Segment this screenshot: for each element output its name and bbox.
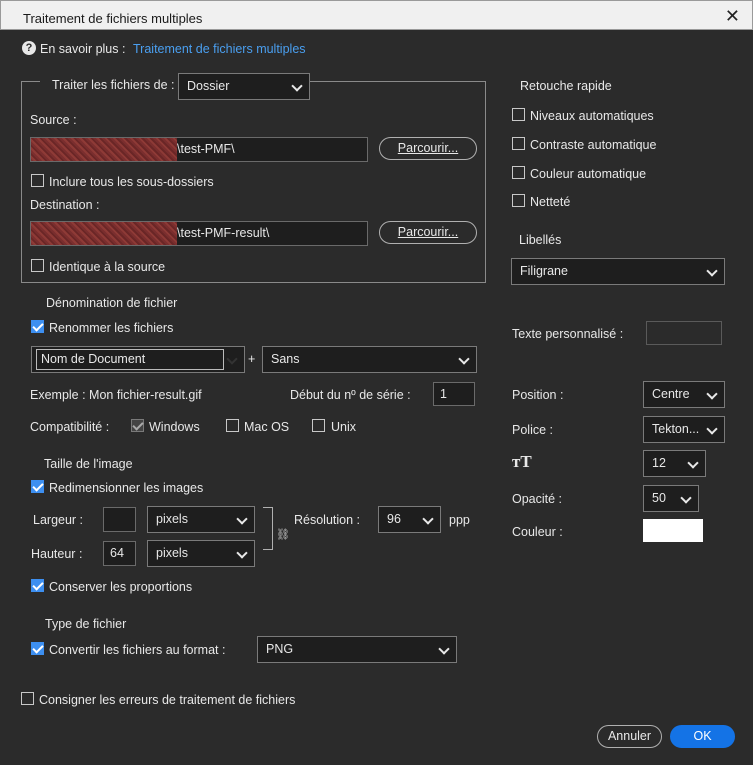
destination-browse-button[interactable]: Parcourir... — [379, 221, 477, 244]
height-label: Hauteur : — [31, 547, 83, 561]
chevron-down-icon — [680, 492, 692, 504]
format-select[interactable]: PNG — [257, 636, 457, 663]
auto-contrast-checkbox[interactable] — [512, 137, 525, 150]
chevron-down-icon — [291, 80, 303, 92]
width-unit-select[interactable]: pixels — [147, 506, 255, 533]
chevron-down-icon — [706, 265, 718, 277]
font-label: Police : — [512, 423, 553, 437]
labels-heading: Libellés — [519, 233, 562, 247]
chevron-down-icon — [687, 457, 699, 469]
destination-label: Destination : — [30, 198, 100, 212]
process-source-select[interactable]: Dossier — [178, 73, 310, 100]
naming-heading: Dénomination de fichier — [46, 296, 178, 310]
log-errors-label: Consigner les erreurs de traitement de f… — [39, 693, 296, 707]
sharpen-label: Netteté — [530, 195, 571, 209]
chevron-down-icon — [236, 547, 248, 559]
position-label: Position : — [512, 388, 564, 402]
compat-macos-label: Mac OS — [244, 420, 290, 434]
file-type-heading: Type de fichier — [45, 617, 127, 631]
redacted-path — [31, 222, 177, 245]
height-unit-select[interactable]: pixels — [147, 540, 255, 567]
resize-checkbox[interactable] — [31, 480, 44, 493]
chevron-down-icon — [438, 643, 450, 655]
custom-text-label: Texte personnalisé : — [512, 327, 624, 341]
serial-input[interactable]: 1 — [433, 382, 475, 406]
destination-path-input[interactable]: \test-PMF-result\ — [30, 221, 368, 246]
convert-checkbox[interactable] — [31, 642, 44, 655]
proportion-bracket — [263, 507, 273, 550]
label-type-select[interactable]: Filigrane — [511, 258, 725, 285]
compat-unix-label: Unix — [331, 420, 357, 434]
ok-button[interactable]: OK — [670, 725, 735, 748]
opacity-label: Opacité : — [512, 492, 563, 506]
compat-label: Compatibilité : — [30, 420, 110, 434]
convert-label: Convertir les fichiers au format : — [49, 643, 226, 657]
chevron-down-icon — [706, 423, 718, 435]
close-icon[interactable]: ✕ — [725, 6, 740, 27]
resolution-select[interactable]: 96 — [378, 506, 441, 533]
width-label: Largeur : — [33, 513, 84, 527]
auto-color-label: Couleur automatique — [530, 167, 647, 181]
size-select[interactable]: 12 — [643, 450, 706, 477]
auto-contrast-label: Contraste automatique — [530, 138, 657, 152]
compat-windows-checkbox[interactable] — [131, 419, 144, 432]
color-label: Couleur : — [512, 525, 563, 539]
sharpen-checkbox[interactable] — [512, 194, 525, 207]
chevron-down-icon — [422, 513, 434, 525]
same-as-source-checkbox[interactable] — [31, 259, 44, 272]
source-path-input[interactable]: \test-PMF\ — [30, 137, 368, 162]
auto-levels-checkbox[interactable] — [512, 108, 525, 121]
opacity-select[interactable]: 50 — [643, 485, 699, 512]
constrain-label: Conserver les proportions — [49, 580, 193, 594]
title-bar: Traitement de fichiers multiples ✕ — [0, 0, 753, 30]
rename-checkbox[interactable] — [31, 320, 44, 333]
same-as-source-label: Identique à la source — [49, 260, 166, 274]
name-field1-select[interactable]: Nom de Document — [31, 346, 245, 373]
chevron-down-icon — [226, 353, 238, 365]
custom-text-input[interactable] — [646, 321, 722, 345]
redacted-path — [31, 138, 177, 161]
plus-sign: + — [248, 352, 256, 366]
example-text: Exemple : Mon fichier-result.gif — [30, 388, 202, 402]
chevron-down-icon — [236, 513, 248, 525]
width-input[interactable] — [103, 507, 136, 532]
source-label: Source : — [30, 113, 77, 127]
auto-levels-label: Niveaux automatiques — [530, 109, 654, 123]
compat-unix-checkbox[interactable] — [312, 419, 325, 432]
resize-label: Redimensionner les images — [49, 481, 204, 495]
serial-label: Début du nº de série : — [290, 388, 411, 402]
chain-link-icon[interactable]: ⛓ — [276, 528, 290, 541]
text-size-icon: тT — [512, 452, 532, 471]
resolution-unit: ppp — [449, 513, 470, 527]
position-select[interactable]: Centre — [643, 381, 725, 408]
learn-more-link[interactable]: Traitement de fichiers multiples — [133, 42, 306, 56]
resolution-label: Résolution : — [294, 513, 361, 527]
chevron-down-icon — [706, 388, 718, 400]
cancel-button[interactable]: Annuler — [597, 725, 662, 748]
quick-fix-heading: Retouche rapide — [520, 79, 612, 93]
log-errors-checkbox[interactable] — [21, 692, 34, 705]
source-browse-button[interactable]: Parcourir... — [379, 137, 477, 160]
name-field2-select[interactable]: Sans — [262, 346, 477, 373]
color-swatch[interactable] — [643, 519, 703, 542]
image-size-heading: Taille de l'image — [44, 457, 133, 471]
font-select[interactable]: Tekton... — [643, 416, 725, 443]
learn-more-label: En savoir plus : — [40, 42, 126, 56]
compat-macos-checkbox[interactable] — [226, 419, 239, 432]
process-label: Traiter les fichiers de : — [52, 78, 175, 92]
chevron-down-icon — [458, 353, 470, 365]
help-icon: ? — [22, 41, 36, 55]
include-subfolders-checkbox[interactable] — [31, 174, 44, 187]
constrain-checkbox[interactable] — [31, 579, 44, 592]
window-title: Traitement de fichiers multiples — [23, 11, 203, 26]
height-input[interactable]: 64 — [103, 541, 136, 566]
rename-label: Renommer les fichiers — [49, 321, 174, 335]
auto-color-checkbox[interactable] — [512, 166, 525, 179]
compat-windows-label: Windows — [149, 420, 200, 434]
include-subfolders-label: Inclure tous les sous-dossiers — [49, 175, 214, 189]
